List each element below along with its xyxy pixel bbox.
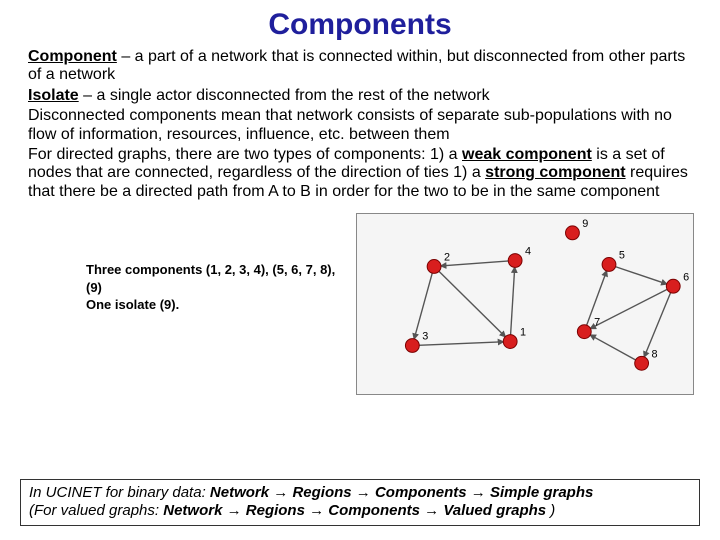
figure-caption: Three components (1, 2, 3, 4), (5, 6, 7,… (26, 213, 346, 314)
node-label-7: 7 (594, 317, 600, 329)
node-label-5: 5 (619, 250, 625, 262)
node-2 (427, 260, 441, 274)
footer-l1-pre: In UCINET for binary data: (29, 484, 210, 501)
footer-line-2: (For valued graphs: Network → Regions → … (29, 502, 691, 521)
edge-2-1 (434, 267, 510, 342)
footer-l2-pre: (For valued graphs: (29, 502, 163, 519)
node-8 (635, 357, 649, 371)
node-label-1: 1 (520, 327, 526, 339)
def-disconnected: Disconnected components mean that networ… (28, 107, 692, 144)
term-weak: weak component (462, 146, 592, 163)
node-label-4: 4 (525, 246, 531, 258)
network-diagram: 1 2 3 4 5 6 7 8 9 (356, 213, 694, 395)
slide-title: Components (0, 0, 720, 48)
node-7 (577, 325, 591, 339)
def-component: Component – a part of a network that is … (28, 48, 692, 85)
footer-l2-post: ) (546, 502, 555, 519)
edge-5-6 (609, 265, 673, 287)
node-label-2: 2 (444, 252, 450, 264)
node-4 (508, 254, 522, 268)
def-component-rest: – a part of a network that is connected … (28, 48, 685, 83)
dir-pre: For directed graphs, there are two types… (28, 146, 462, 163)
term-isolate: Isolate (28, 87, 79, 104)
node-label-3: 3 (422, 331, 428, 343)
footer-l2-path: Network → Regions → Components → Valued … (163, 502, 546, 519)
def-isolate: Isolate – a single actor disconnected fr… (28, 87, 692, 105)
node-label-9: 9 (582, 218, 588, 230)
node-5 (602, 258, 616, 272)
term-strong: strong component (485, 164, 625, 181)
term-component: Component (28, 48, 117, 65)
node-label-6: 6 (683, 271, 689, 283)
def-isolate-rest: – a single actor disconnected from the r… (79, 87, 490, 104)
figure-row: Three components (1, 2, 3, 4), (5, 6, 7,… (0, 203, 720, 395)
footer-line-1: In UCINET for binary data: Network → Reg… (29, 484, 691, 503)
footer-l1-path: Network → Regions → Components → Simple … (210, 484, 593, 501)
def-directed: For directed graphs, there are two types… (28, 146, 692, 201)
definitions-block: Component – a part of a network that is … (0, 48, 720, 201)
edge-8-7 (584, 332, 641, 364)
node-label-8: 8 (651, 348, 657, 360)
caption-line-1: Three components (1, 2, 3, 4), (5, 6, 7,… (86, 261, 346, 296)
node-3 (405, 339, 419, 353)
node-6 (666, 279, 680, 293)
node-9 (566, 226, 580, 240)
footer-note: In UCINET for binary data: Network → Reg… (20, 479, 700, 527)
caption-line-2: One isolate (9). (86, 296, 346, 314)
node-1 (503, 335, 517, 349)
edge-1-4 (510, 261, 515, 342)
